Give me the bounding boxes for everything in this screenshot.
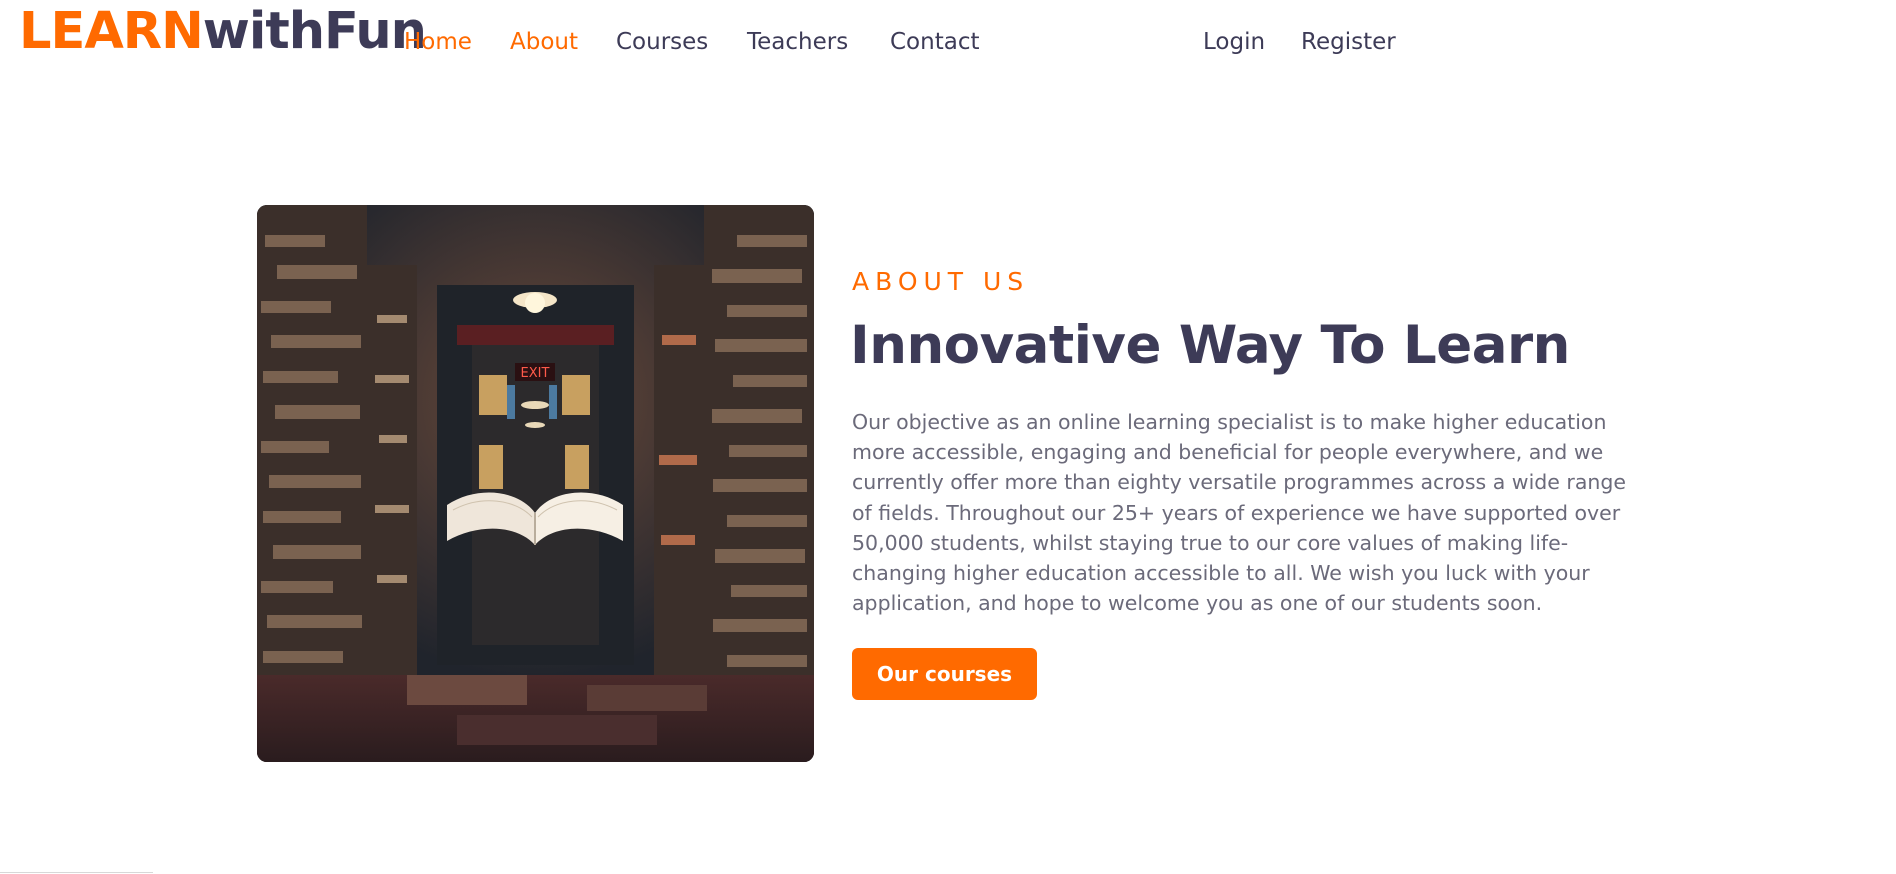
brand-logo-part-learn: LEARN [19, 2, 204, 61]
nav-login[interactable]: Login [1203, 26, 1265, 58]
nav-register[interactable]: Register [1301, 26, 1396, 58]
about-image-library: EXIT [257, 205, 814, 762]
top-navbar: LEARNwithFun Home About Courses Teachers… [0, 0, 1896, 84]
nav-home[interactable]: Home [404, 26, 472, 58]
about-title: Innovative Way To Learn [850, 315, 1570, 376]
brand-logo[interactable]: LEARNwithFun [19, 2, 427, 61]
nav-contact[interactable]: Contact [890, 26, 979, 58]
nav-teachers[interactable]: Teachers [747, 26, 848, 58]
exit-sign-label: EXIT [521, 366, 550, 381]
nav-about[interactable]: About [510, 26, 578, 58]
brand-logo-part-withfun: withFun [202, 2, 427, 61]
about-eyebrow: ABOUT US [852, 267, 1030, 296]
our-courses-button[interactable]: Our courses [852, 648, 1037, 700]
footer-divider [0, 872, 153, 873]
nav-courses[interactable]: Courses [616, 26, 708, 58]
library-illustration: EXIT [257, 205, 814, 762]
about-body-text: Our objective as an online learning spec… [852, 410, 1627, 616]
